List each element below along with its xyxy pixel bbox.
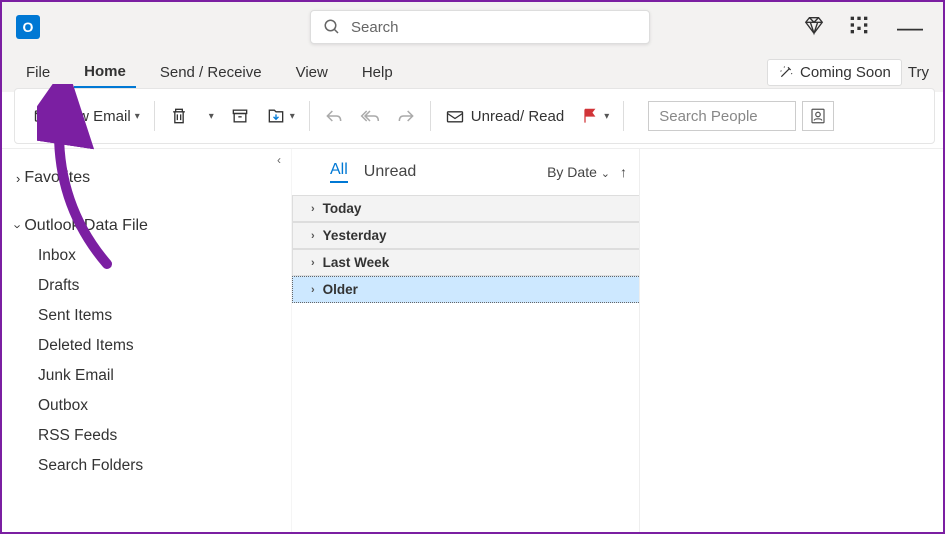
title-bar: O Search — [2,2,943,52]
collapse-pane-icon[interactable]: ‹ [277,153,281,167]
filter-row: All Unread By Date ⌄ ↑ [292,161,639,195]
move-button[interactable]: ▾ [258,101,303,131]
group-older[interactable]: › Older [292,276,639,303]
filter-unread[interactable]: Unread [364,163,416,181]
tab-file[interactable]: File [16,58,60,87]
move-to-icon [266,106,286,126]
data-file-section[interactable]: › Outlook Data File [16,211,291,241]
archive-icon [230,106,250,126]
group-yesterday[interactable]: › Yesterday [292,222,639,249]
chevron-down-icon: ▾ [604,111,609,122]
reply-button[interactable] [316,101,352,131]
message-list-pane: All Unread By Date ⌄ ↑ › Today › Yesterd… [292,149,640,532]
content-area: ‹ › Favorites › Outlook Data File Inbox … [2,148,943,532]
search-people-input[interactable]: Search People [648,101,796,131]
favorites-section[interactable]: › Favorites [16,163,291,193]
unread-read-button[interactable]: Unread/ Read [437,101,572,131]
folder-rss-feeds[interactable]: RSS Feeds [38,421,291,451]
try-label[interactable]: Try [908,64,929,81]
diamond-icon[interactable] [803,14,825,41]
chevron-right-icon: › [311,284,315,296]
flag-button[interactable]: ▾ [572,101,617,131]
folder-junk-email[interactable]: Junk Email [38,361,291,391]
contact-icon [809,107,827,125]
qr-icon[interactable] [849,15,869,40]
folder-inbox[interactable]: Inbox [38,241,291,271]
group-last-week[interactable]: › Last Week [292,249,639,276]
chevron-down-icon: ⌄ [601,168,610,180]
navigation-sidebar: ‹ › Favorites › Outlook Data File Inbox … [2,149,292,532]
new-email-button[interactable]: New Email ▾ [25,101,148,131]
tab-help[interactable]: Help [352,58,403,87]
title-bar-right: — [803,14,927,41]
coming-soon-button[interactable]: Coming Soon [767,59,902,86]
folder-drafts[interactable]: Drafts [38,271,291,301]
outlook-window: O Search — File Home Send / Receive View… [0,0,945,534]
search-placeholder: Search [351,19,399,36]
search-box[interactable]: Search [310,10,650,44]
chevron-right-icon: › [311,230,315,242]
minimize-button[interactable]: — [893,23,927,31]
toolbar: New Email ▾ ▾ ▾ Unread/ Read [14,88,935,144]
archive-button[interactable] [222,101,258,131]
folder-deleted-items[interactable]: Deleted Items [38,331,291,361]
sort-by-date[interactable]: By Date ⌄ [547,164,610,180]
delete-button[interactable] [161,101,197,131]
folder-outbox[interactable]: Outbox [38,391,291,421]
ribbon-tabs: File Home Send / Receive View Help Comin… [2,52,943,92]
address-book-button[interactable] [802,101,834,131]
delete-dropdown[interactable]: ▾ [197,106,222,127]
chevron-down-icon: ▾ [290,111,295,122]
tab-send-receive[interactable]: Send / Receive [150,58,272,87]
wand-icon [778,64,794,80]
mail-plus-icon [33,106,53,126]
reply-all-button[interactable] [352,101,388,131]
chevron-right-icon: › [311,257,315,269]
chevron-right-icon: › [311,203,315,215]
group-today[interactable]: › Today [292,195,639,222]
reading-pane [640,149,943,532]
filter-all[interactable]: All [330,161,348,183]
forward-button[interactable] [388,101,424,131]
folder-sent-items[interactable]: Sent Items [38,301,291,331]
reply-icon [324,106,344,126]
chevron-down-icon: › [11,224,26,228]
trash-icon [169,106,189,126]
flag-icon [580,106,600,126]
chevron-right-icon: › [16,171,20,186]
search-icon [323,18,341,36]
tab-view[interactable]: View [286,58,338,87]
forward-icon [396,106,416,126]
folder-search-folders[interactable]: Search Folders [38,451,291,481]
chevron-down-icon: ▾ [135,111,140,122]
outlook-app-icon: O [16,15,40,39]
envelope-icon [445,106,465,126]
tab-home[interactable]: Home [74,57,136,88]
reply-all-icon [360,106,380,126]
sort-direction-button[interactable]: ↑ [620,164,627,180]
folder-list: Inbox Drafts Sent Items Deleted Items Ju… [16,241,291,481]
